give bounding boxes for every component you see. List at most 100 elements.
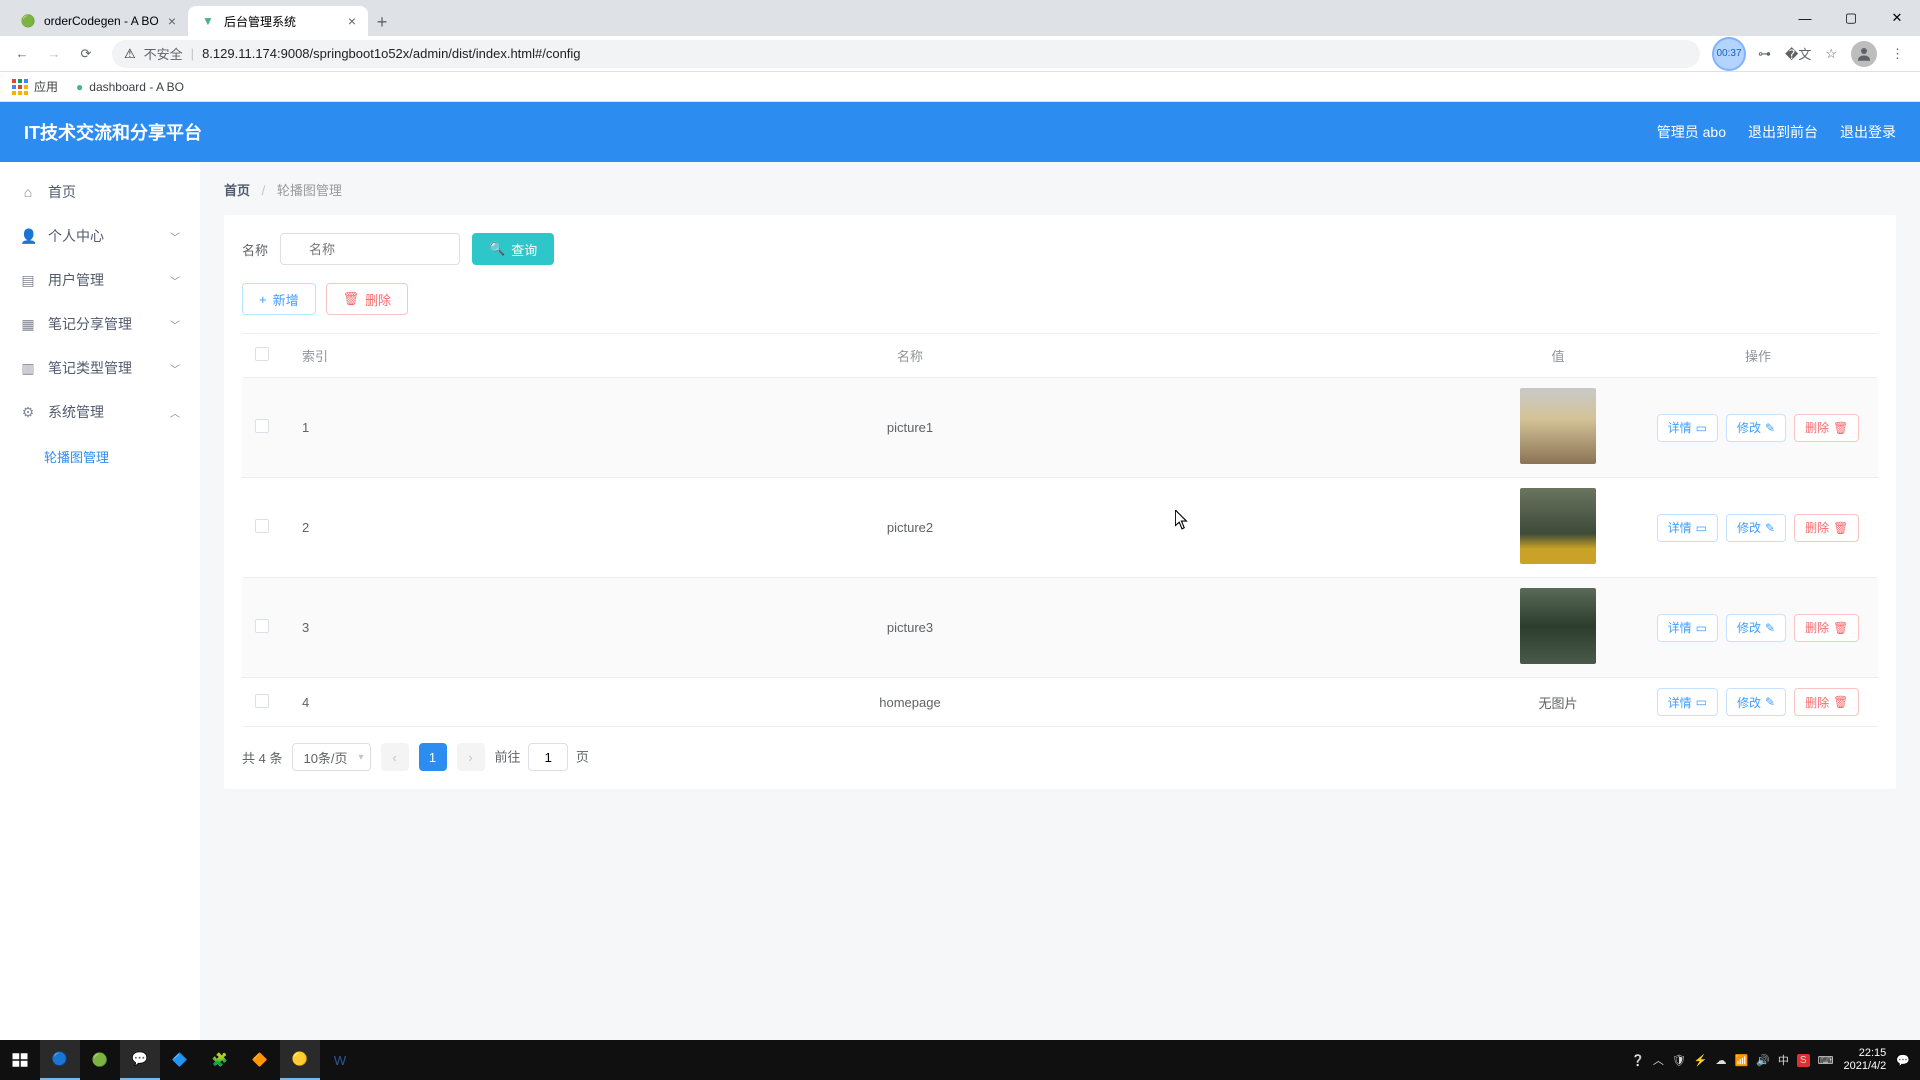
sidebar-item-users[interactable]: ▤ 用户管理 ﹀ [0, 258, 200, 302]
detail-button[interactable]: 详情 ▭ [1657, 414, 1718, 442]
new-tab-button[interactable]: + [368, 8, 396, 36]
batch-delete-button[interactable]: 🗑 删除 [326, 283, 409, 315]
tray-chevron-icon[interactable]: ︿ [1653, 1052, 1664, 1068]
forward-button[interactable]: → [40, 40, 68, 68]
sidebar-item-label: 个人中心 [48, 226, 104, 246]
favicon-icon: ▼ [200, 13, 216, 29]
taskbar-app-browser[interactable]: 🟢 [80, 1040, 120, 1080]
sidebar-item-system[interactable]: ⚙ 系统管理 ︿ [0, 390, 200, 434]
thumbnail-image[interactable] [1520, 588, 1596, 664]
sidebar-subitem-carousel[interactable]: 轮播图管理 [0, 434, 200, 478]
edit-button[interactable]: 修改 ✎ [1726, 688, 1786, 716]
prev-page-button[interactable]: ‹ [381, 743, 409, 771]
sidebar-item-note-types[interactable]: ▥ 笔记类型管理 ﹀ [0, 346, 200, 390]
page-size-select[interactable]: 10条/页 [292, 743, 370, 771]
cell-name: homepage [342, 678, 1478, 727]
select-all-checkbox[interactable] [255, 347, 269, 361]
tray-wifi-icon[interactable]: 📶 [1735, 1054, 1749, 1067]
breadcrumb-home[interactable]: 首页 [224, 183, 250, 198]
row-checkbox[interactable] [255, 419, 269, 433]
minimize-button[interactable]: — [1782, 0, 1828, 36]
table-row: 2 picture2 详情 ▭ 修改 ✎ 删除 🗑 [242, 478, 1878, 578]
page-jump-input[interactable] [528, 743, 568, 771]
insecure-icon: ⚠ [124, 46, 136, 62]
delete-button[interactable]: 删除 🗑 [1794, 414, 1859, 442]
apps-shortcut[interactable]: 应用 [12, 78, 58, 95]
row-checkbox[interactable] [255, 519, 269, 533]
close-icon[interactable]: × [348, 13, 356, 29]
back-button[interactable]: ← [8, 40, 36, 68]
tray-keyboard-icon[interactable]: ⌨ [1818, 1054, 1834, 1067]
delete-button[interactable]: 删除 🗑 [1794, 514, 1859, 542]
logout-link[interactable]: 退出登录 [1840, 122, 1896, 142]
browser-tab-inactive[interactable]: 🟢 orderCodegen - A BO × [8, 6, 188, 36]
tray-input-icon[interactable]: S [1797, 1054, 1810, 1067]
cell-name: picture3 [342, 578, 1478, 678]
col-value: 值 [1478, 334, 1638, 378]
edit-button[interactable]: 修改 ✎ [1726, 514, 1786, 542]
bookmark-item[interactable]: ● dashboard - A BO [76, 80, 184, 94]
search-input[interactable] [280, 233, 460, 265]
taskbar-app[interactable]: 🧩 [200, 1040, 240, 1080]
delete-button[interactable]: 删除 🗑 [1794, 688, 1859, 716]
app-logo: IT技术交流和分享平台 [24, 119, 202, 145]
trash-icon: 🗑 [343, 291, 360, 307]
tray-volume-icon[interactable]: 🔊 [1756, 1054, 1770, 1067]
timer-badge[interactable]: 00:37 [1712, 37, 1746, 71]
page-number-button[interactable]: 1 [419, 743, 447, 771]
taskbar-app[interactable]: 🔶 [240, 1040, 280, 1080]
tray-ime-label[interactable]: 中 [1778, 1052, 1789, 1068]
row-checkbox[interactable] [255, 694, 269, 708]
close-window-button[interactable]: ✕ [1874, 0, 1920, 36]
taskbar-app-edge[interactable]: 🔵 [40, 1040, 80, 1080]
reload-button[interactable]: ⟳ [72, 40, 100, 68]
tags-icon: ▥ [20, 360, 36, 377]
taskbar-app-search[interactable]: 🔷 [160, 1040, 200, 1080]
detail-button[interactable]: 详情 ▭ [1657, 514, 1718, 542]
sidebar-item-profile[interactable]: 👤 个人中心 ﹀ [0, 214, 200, 258]
notes-icon: ▦ [20, 316, 36, 333]
delete-button[interactable]: 删除 🗑 [1794, 614, 1859, 642]
document-icon: ▭ [1696, 521, 1707, 535]
taskbar-app-word[interactable]: W [320, 1040, 360, 1080]
cell-index: 4 [282, 678, 342, 727]
tray-onedrive-icon[interactable]: ☁ [1716, 1054, 1727, 1067]
to-frontend-link[interactable]: 退出到前台 [1748, 122, 1818, 142]
taskbar-app-chrome[interactable]: 🟡 [280, 1040, 320, 1080]
thumbnail-image[interactable] [1520, 488, 1596, 564]
next-page-button[interactable]: › [457, 743, 485, 771]
key-icon[interactable]: ⊶ [1758, 46, 1771, 62]
thumbnail-image[interactable] [1520, 388, 1596, 464]
tray-help-icon[interactable]: ❔ [1631, 1054, 1645, 1067]
sidebar-item-home[interactable]: ⌂ 首页 [0, 170, 200, 214]
menu-icon[interactable]: ⋮ [1891, 46, 1904, 62]
close-icon[interactable]: × [168, 13, 176, 29]
add-button[interactable]: + 新增 [242, 283, 316, 315]
edit-icon: ✎ [1765, 621, 1775, 635]
maximize-button[interactable]: ▢ [1828, 0, 1874, 36]
profile-avatar[interactable] [1851, 41, 1877, 67]
taskbar-clock[interactable]: 22:15 2021/4/2 [1843, 1047, 1886, 1073]
detail-button[interactable]: 详情 ▭ [1657, 688, 1718, 716]
tray-notifications-icon[interactable]: 💬 [1896, 1054, 1910, 1067]
row-checkbox[interactable] [255, 619, 269, 633]
start-button[interactable] [0, 1040, 40, 1080]
browser-tab-active[interactable]: ▼ 后台管理系统 × [188, 6, 368, 36]
tray-power-icon[interactable]: ⚡ [1694, 1054, 1708, 1067]
apps-icon [12, 79, 28, 95]
detail-button[interactable]: 详情 ▭ [1657, 614, 1718, 642]
url-input[interactable]: ⚠ 不安全 | 8.129.11.174:9008/springboot1o52… [112, 40, 1700, 68]
current-user[interactable]: 管理员 abo [1657, 122, 1726, 142]
edit-button[interactable]: 修改 ✎ [1726, 614, 1786, 642]
translate-icon[interactable]: �文 [1785, 44, 1811, 63]
tray-shield-icon[interactable]: 🛡 [1672, 1054, 1686, 1067]
tab-title: 后台管理系统 [224, 13, 296, 30]
sidebar-item-notes[interactable]: ▦ 笔记分享管理 ﹀ [0, 302, 200, 346]
content-area: 首页 / 轮播图管理 名称 🔍 🔍 查询 + 新增 [200, 162, 1920, 1040]
taskbar-app-wechat[interactable]: 💬 [120, 1040, 160, 1080]
trash-icon: 🗑 [1833, 521, 1848, 535]
star-icon[interactable]: ☆ [1825, 46, 1837, 62]
edit-button[interactable]: 修改 ✎ [1726, 414, 1786, 442]
search-button[interactable]: 🔍 查询 [472, 233, 554, 265]
edit-icon: ✎ [1765, 695, 1775, 709]
